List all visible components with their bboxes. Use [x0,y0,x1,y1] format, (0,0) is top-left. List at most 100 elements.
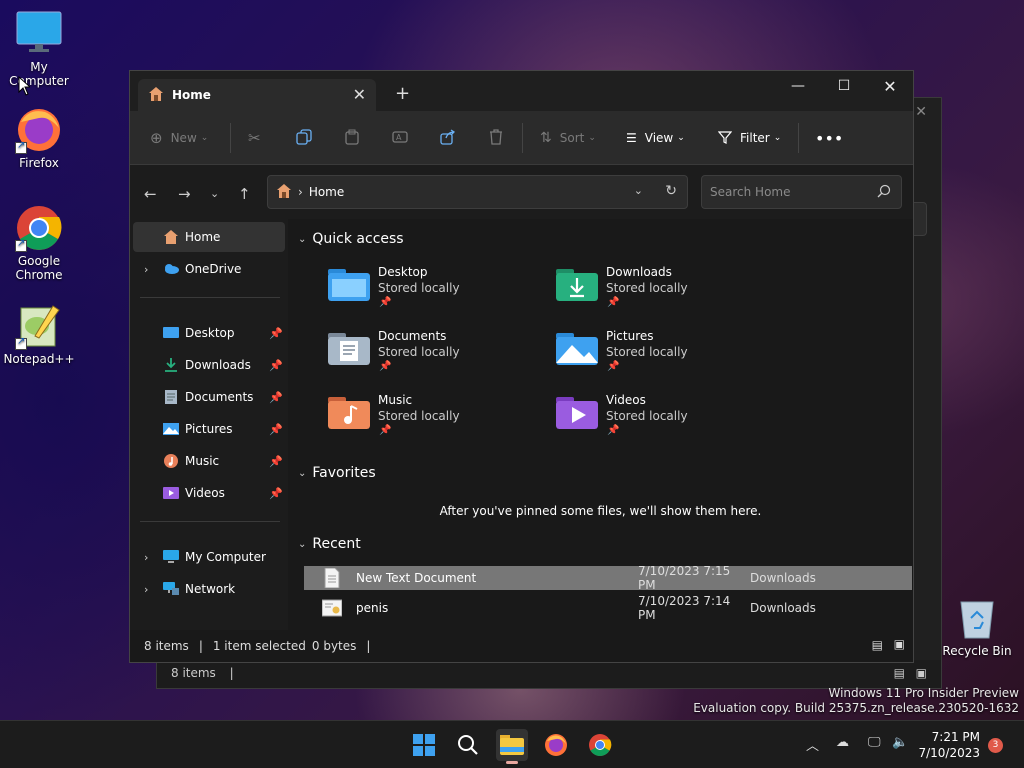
quick-access-item-downloads[interactable]: Downloads Stored locally 📌 [546,263,746,319]
refresh-icon[interactable]: ↻ [665,183,677,199]
desktop-icon-label: Firefox [19,156,59,170]
navigation-pane: Home › OneDrive Desktop 📌 Downloads 📌 Do… [130,219,288,631]
chevron-right-icon[interactable]: › [144,551,148,564]
quick-access-item-videos[interactable]: Videos Stored locally 📌 [546,391,746,447]
quick-access-header[interactable]: ⌄ Quick access [298,231,404,247]
pin-icon[interactable]: 📌 [269,423,283,436]
search-input[interactable] [710,185,870,199]
minimize-button[interactable]: — [775,71,821,101]
sidebar-item-music[interactable]: Music 📌 [133,446,285,476]
details-view-icon[interactable]: ▤ [872,638,883,652]
close-icon[interactable]: ✕ [915,104,927,120]
title-bar[interactable]: Home ✕ + — ☐ ✕ [130,71,913,111]
recent-header[interactable]: ⌄ Recent [298,536,361,552]
sidebar-item-desktop[interactable]: Desktop 📌 [133,318,285,348]
pin-icon[interactable]: 📌 [269,327,283,340]
chevron-up-icon[interactable]: ︿ [806,735,819,754]
recent-locations-chevron-icon[interactable]: ⌄ [210,187,219,200]
up-arrow-icon[interactable]: ↑ [238,185,251,203]
sidebar-item-label: Home [185,230,221,244]
status-item-count: 8 items [144,639,189,653]
recent-row[interactable]: penis 7/10/2023 7:14 PM Downloads [304,594,912,622]
status-item-count: 8 items [171,666,216,680]
sidebar-item-videos[interactable]: Videos 📌 [133,478,285,508]
view-button[interactable]: ☰ View ⌄ [626,125,685,151]
file-explorer-taskbar-button[interactable] [496,729,528,764]
notification-badge[interactable]: 3 [988,738,1003,753]
cloud-offline-icon[interactable]: ☁ [836,735,849,750]
pin-icon[interactable]: 📌 [269,359,283,372]
forward-arrow-icon[interactable]: → [178,185,191,203]
sort-button[interactable]: ⇅ Sort ⌄ [540,125,596,151]
sidebar-item-downloads[interactable]: Downloads 📌 [133,350,285,380]
search-icon[interactable] [877,184,891,201]
favorites-header[interactable]: ⌄ Favorites [298,465,376,481]
back-arrow-icon[interactable]: ← [144,185,157,203]
cut-button[interactable]: ✂ [248,125,261,151]
recycle-bin-icon [960,601,994,639]
sidebar-item-my-computer[interactable]: › My Computer [133,542,285,572]
quick-access-item-desktop[interactable]: Desktop Stored locally 📌 [318,263,518,319]
recent-row[interactable]: New Text Document 7/10/2023 7:15 PM Down… [304,564,912,592]
new-tab-button[interactable]: + [395,83,410,104]
clock[interactable]: 7:21 PM 7/10/2023 [912,729,980,761]
start-button[interactable] [408,729,440,761]
certificate-file-icon [322,599,342,617]
paste-button[interactable] [344,125,360,151]
network-icon[interactable]: 🖵 [868,735,881,750]
close-window-button[interactable]: ✕ [867,71,913,101]
volume-icon[interactable]: 🔈 [892,735,908,750]
details-view-icon[interactable]: ▤ [894,666,905,680]
sidebar-item-documents[interactable]: Documents 📌 [133,382,285,412]
copy-button[interactable] [296,125,312,151]
chevron-down-icon[interactable]: ⌄ [634,184,643,197]
desktop-icon-my-computer[interactable]: My Computer [0,10,78,88]
tiles-view-icon[interactable]: ▣ [894,637,905,651]
chevron-down-icon: ⌄ [588,133,596,143]
rename-icon: A [392,129,408,148]
maximize-button[interactable]: ☐ [821,71,867,101]
toolbar-divider [522,123,523,153]
sidebar-item-home[interactable]: Home [133,222,285,252]
tiles-view-icon[interactable]: ▣ [916,666,927,680]
sidebar-item-pictures[interactable]: Pictures 📌 [133,414,285,444]
rename-button[interactable]: A [392,125,408,151]
chevron-right-icon[interactable]: › [144,583,148,596]
desktop-icon-notepad-plus-plus[interactable]: Notepad++ [0,302,78,366]
sidebar-item-label: Desktop [185,326,235,340]
file-explorer-window[interactable]: Home ✕ + — ☐ ✕ ⊕ New ⌄ ✂ A ⇅ Sort ⌄ ☰ Vi… [129,70,914,663]
desktop-icon-firefox[interactable]: Firefox [0,106,78,170]
pin-icon[interactable]: 📌 [269,487,283,500]
share-icon [440,128,456,148]
more-options-button[interactable]: ••• [815,125,843,151]
delete-button[interactable] [488,125,504,151]
item-status: Stored locally [378,281,460,295]
close-tab-icon[interactable]: ✕ [353,85,366,104]
desktop-icon-google-chrome[interactable]: Google Chrome [0,204,78,282]
recycle-bin-label: Recycle Bin [942,644,1012,658]
quick-access-item-pictures[interactable]: Pictures Stored locally 📌 [546,327,746,383]
sidebar-item-onedrive[interactable]: › OneDrive [133,254,285,284]
firefox-taskbar-button[interactable] [540,729,572,761]
search-icon [458,735,478,755]
breadcrumb-home[interactable]: Home [309,185,344,199]
tab-home[interactable]: Home ✕ [138,79,376,111]
chevron-right-icon[interactable]: › [144,263,148,276]
quick-access-item-documents[interactable]: Documents Stored locally 📌 [318,327,518,383]
sidebar-item-network[interactable]: › Network [133,574,285,604]
desktop-icon-label: Google Chrome [15,254,63,282]
address-bar[interactable]: › Home ⌄ ↻ [267,175,688,209]
monitor-icon [163,550,179,563]
pin-icon[interactable]: 📌 [269,455,283,468]
desktop-icon-label: My Computer [9,60,69,88]
quick-access-item-music[interactable]: Music Stored locally 📌 [318,391,518,447]
new-button[interactable]: ⊕ New ⌄ [150,125,208,151]
filter-button[interactable]: Filter ⌄ [717,125,781,151]
folder-icon [500,735,524,755]
search-box[interactable] [701,175,902,209]
search-button[interactable] [452,729,484,761]
share-button[interactable] [440,125,456,151]
pin-icon[interactable]: 📌 [269,391,283,404]
chrome-taskbar-button[interactable] [584,729,616,761]
desktop-icon-recycle-bin[interactable]: Recycle Bin [940,596,1014,658]
